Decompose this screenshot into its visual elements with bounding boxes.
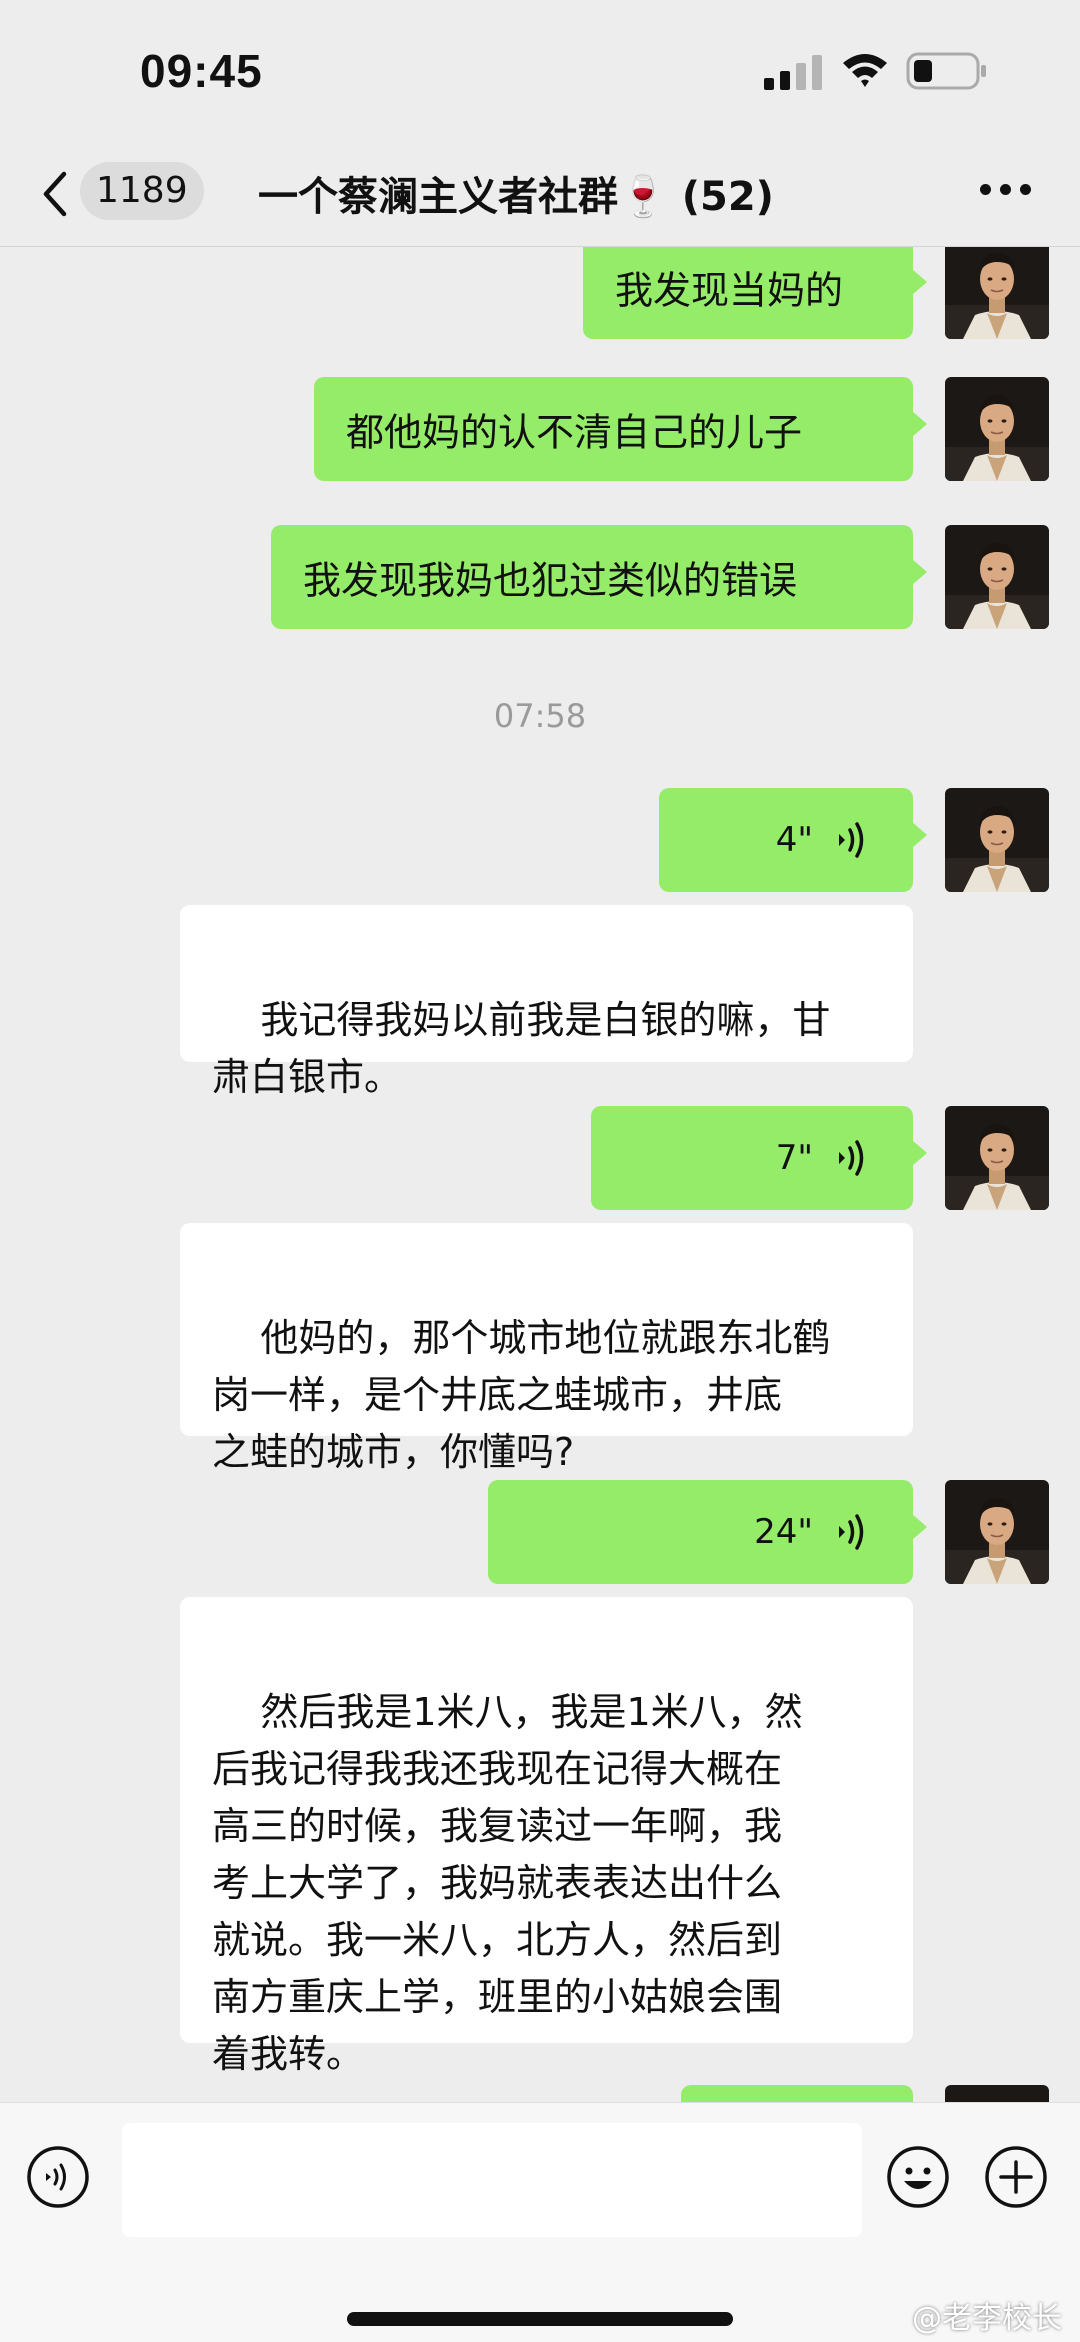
status-time: 09:45 <box>140 45 263 97</box>
voice-wave-icon <box>839 1140 864 1176</box>
avatar[interactable] <box>945 377 1049 481</box>
message-bubble-outgoing[interactable]: 我发现当妈的 <box>583 247 927 339</box>
battery-icon <box>906 52 986 90</box>
voice-wave-icon <box>839 1514 864 1550</box>
message-bubble-outgoing[interactable]: 我发现我妈也犯过类似的错误 <box>271 525 927 629</box>
avatar[interactable] <box>945 2085 1049 2102</box>
avatar[interactable] <box>945 525 1049 629</box>
message-text: 我发现当妈的 <box>615 268 844 313</box>
voice-transcript: 他妈的，那个城市地位就跟东北鹤 岗一样，是个井底之蛙城市，井底 之蛙的城市，你懂… <box>180 1223 913 1474</box>
input-bar: @老李校长 <box>0 2102 1080 2342</box>
voice-duration: 24" <box>754 1512 813 1552</box>
watermark: @老李校长 <box>912 2301 1062 2336</box>
chat-title: 一个蔡澜主义者社群🍷 (52) <box>258 174 774 220</box>
message-list[interactable]: 我发现当妈的 都他妈的认不清自己的儿子 我发现我妈也犯过类似的错误 07:58 … <box>0 247 1080 2102</box>
voice-mode-icon[interactable] <box>26 2145 90 2209</box>
avatar[interactable] <box>945 788 1049 892</box>
timestamp: 07:58 <box>493 697 587 735</box>
voice-transcript: 我记得我妈以前我是白银的嘛，甘 肃白银市。 <box>180 905 913 1099</box>
home-indicator[interactable] <box>347 2312 733 2326</box>
voice-duration: 4" <box>775 820 813 860</box>
message-bubble-outgoing[interactable]: 都他妈的认不清自己的儿子 <box>314 377 927 481</box>
cellular-signal-icon <box>764 55 822 90</box>
emoji-icon[interactable] <box>886 2145 950 2209</box>
voice-message-bubble[interactable]: 4" <box>659 788 927 892</box>
message-bubble-outgoing[interactable] <box>681 2085 913 2102</box>
transcript-text: 然后我是1米八，我是1米八，然 后我记得我我还我现在记得大概在 高三的时候，我复… <box>212 1690 803 2076</box>
avatar[interactable] <box>945 1106 1049 1210</box>
message-text: 我发现我妈也犯过类似的错误 <box>303 558 798 603</box>
message-text: 都他妈的认不清自己的儿子 <box>346 410 803 455</box>
avatar[interactable] <box>945 247 1049 339</box>
chevron-left-icon[interactable] <box>36 168 76 220</box>
voice-transcript: 然后我是1米八，我是1米八，然 后我记得我我还我现在记得大概在 高三的时候，我复… <box>180 1597 913 2076</box>
ellipsis-icon[interactable] <box>978 180 1034 200</box>
wifi-icon <box>843 54 887 87</box>
avatar[interactable] <box>945 1480 1049 1584</box>
message-input[interactable] <box>122 2123 862 2237</box>
transcript-text: 他妈的，那个城市地位就跟东北鹤 岗一样，是个井底之蛙城市，井底 之蛙的城市，你懂… <box>212 1316 831 1474</box>
status-bar: 09:45 <box>0 0 1080 140</box>
unread-count-badge[interactable]: 1189 <box>80 162 204 220</box>
transcript-text: 我记得我妈以前我是白银的嘛，甘 肃白银市。 <box>212 998 831 1099</box>
voice-message-bubble[interactable]: 24" <box>488 1480 927 1584</box>
plus-icon[interactable] <box>984 2145 1048 2209</box>
voice-message-bubble[interactable]: 7" <box>591 1106 927 1210</box>
chat-header: 1189 一个蔡澜主义者社群🍷 (52) <box>0 140 1080 247</box>
voice-wave-icon <box>839 822 864 858</box>
voice-duration: 7" <box>775 1138 813 1178</box>
